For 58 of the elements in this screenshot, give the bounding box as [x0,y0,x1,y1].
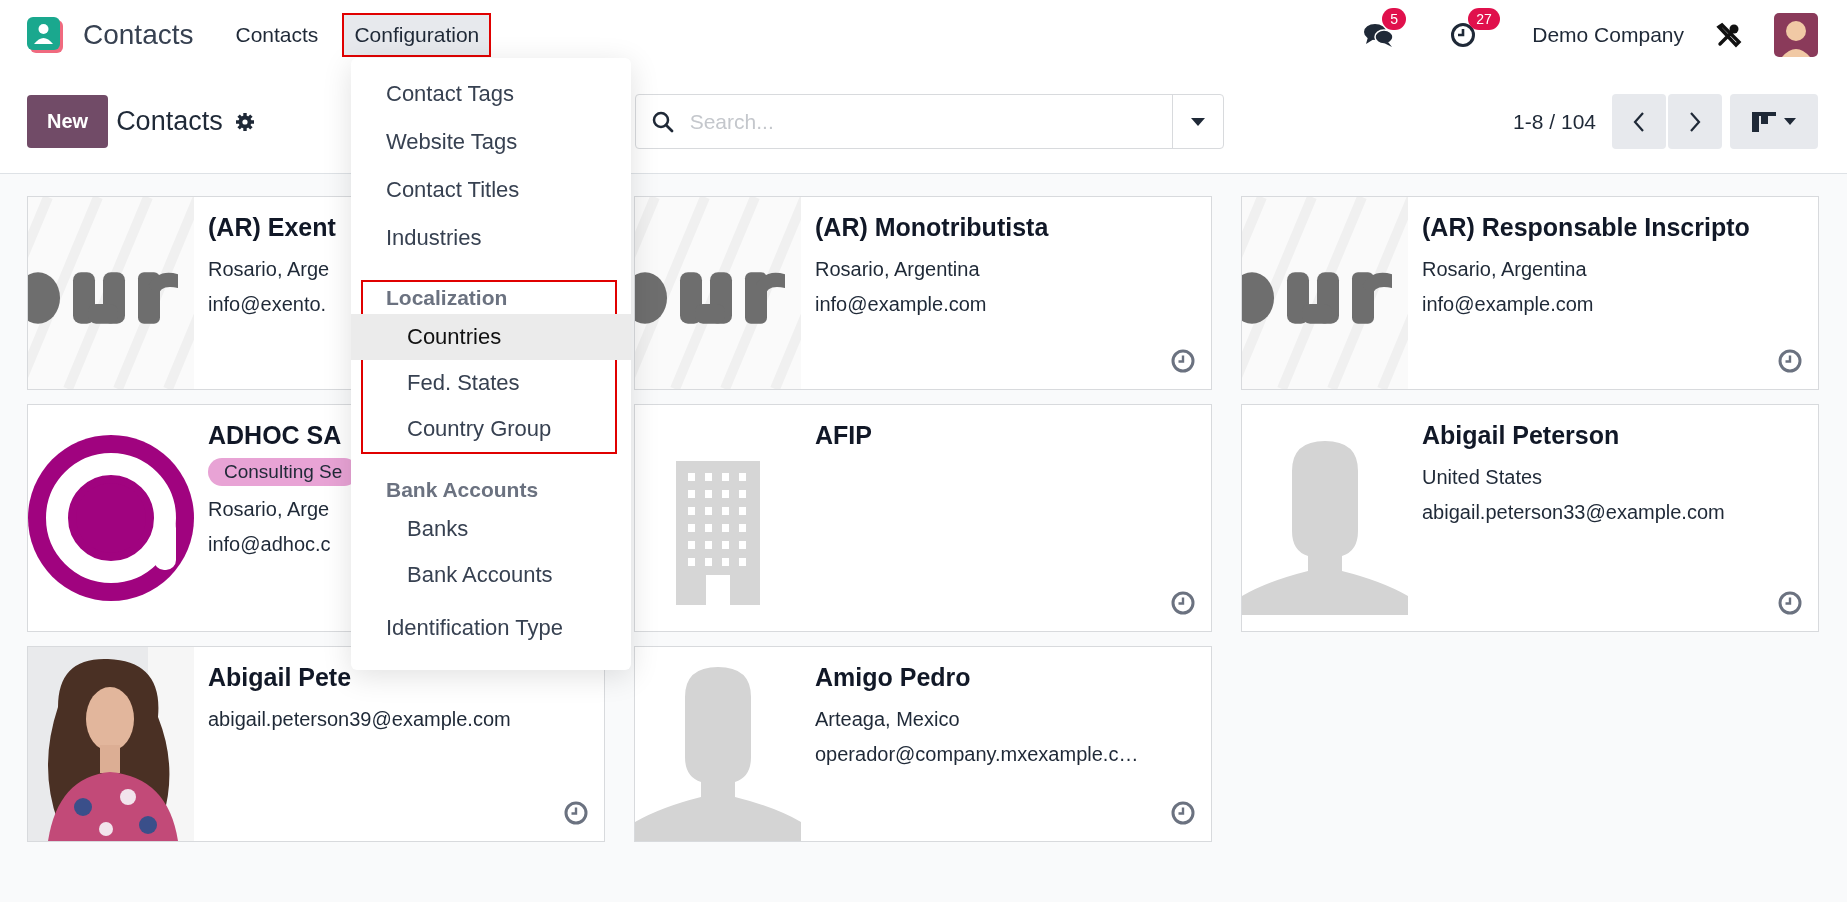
contact-name: AFIP [815,421,872,450]
contact-detail: abigail.peterson33@example.com [1422,501,1725,524]
settings-icon[interactable] [234,111,255,132]
at-sign-logo-icon [28,435,194,601]
contact-name: (AR) Responsable Inscripto [1422,213,1750,242]
tools-icon[interactable] [1716,22,1742,48]
contact-name: (AR) Monotributista [815,213,1049,242]
contact-name: (AR) Exent [208,213,336,242]
contact-detail: Rosario, Arge [208,498,330,521]
contact-detail: info@exento. [208,293,327,316]
contact-detail: Rosario, Argentina [1422,258,1587,281]
contact-name: Abigail Pete [208,663,352,692]
clock-icon[interactable] [1450,22,1477,48]
search-field[interactable]: Search... [687,108,1172,135]
company-switcher[interactable]: Demo Company [1532,23,1684,47]
contact-detail: Rosario, Arge [208,258,330,281]
menu-section-header: Localization [385,285,509,311]
search-icon [651,110,674,133]
building-icon [676,461,760,605]
app-logo-icon[interactable] [27,17,63,53]
message-count-badge: 5 [1382,8,1407,30]
contact-detail: info@example.com [1422,293,1594,316]
contact-detail: abigail.peterson39@example.com [208,708,511,731]
app-name: Contacts [83,19,194,51]
kanban-view-icon [1752,111,1776,132]
new-button[interactable]: New [27,95,109,148]
chevron-right-icon [1689,110,1701,133]
chevron-left-icon [1633,110,1645,133]
nav-menu-item[interactable]: Configuration [342,13,492,57]
contact-detail: info@adhoc.c [208,533,331,556]
user-avatar-icon[interactable] [1774,13,1818,57]
contact-name: ADHOC SA [208,421,342,450]
contact-card[interactable]: Amigo Pedro Arteaga, Mexico operador@company.mxexample.c… [634,646,1212,842]
caret-icon [1190,117,1205,126]
menu-item[interactable]: Contact Tags [351,70,631,118]
contact-card[interactable]: (AR) Monotributista Rosario, Argentina info@example.com [634,196,1212,390]
contact-detail: info@example.com [815,293,987,316]
contact-detail: Arteaga, Mexico [815,708,960,731]
contact-name: Amigo Pedro [815,663,971,692]
contact-card[interactable]: (AR) Responsable Inscripto Rosario, Argentina info@example.com [1241,196,1819,390]
menu-item[interactable]: Countries [351,314,631,360]
contact-name: Abigail Peterson [1422,421,1620,450]
menu-item[interactable]: Website Tags [351,118,631,166]
chat-icon[interactable] [1364,22,1395,48]
page-title: Contacts [116,106,223,137]
contact-detail: operador@company.mxexample.c… [815,743,1139,766]
contact-card[interactable]: Abigail Peterson United States abigail.peterson33@example.com [1241,404,1819,632]
pager-counter[interactable]: 1-8 / 104 [1513,109,1596,134]
contact-detail: United States [1422,466,1543,489]
menu-section-header: Bank Accounts [385,477,540,503]
nav-menu-item[interactable]: Contacts [223,13,331,57]
search-bar[interactable]: Search... [634,94,1224,149]
contact-detail: Rosario, Argentina [815,258,980,281]
activity-count-badge: 27 [1468,8,1500,30]
view-switcher-button[interactable] [1730,94,1818,149]
contact-card[interactable]: AFIP [634,404,1212,632]
caret-icon [1784,118,1796,125]
contact-card[interactable]: Abigail Pete abigail.peterson39@example.com [27,646,605,842]
